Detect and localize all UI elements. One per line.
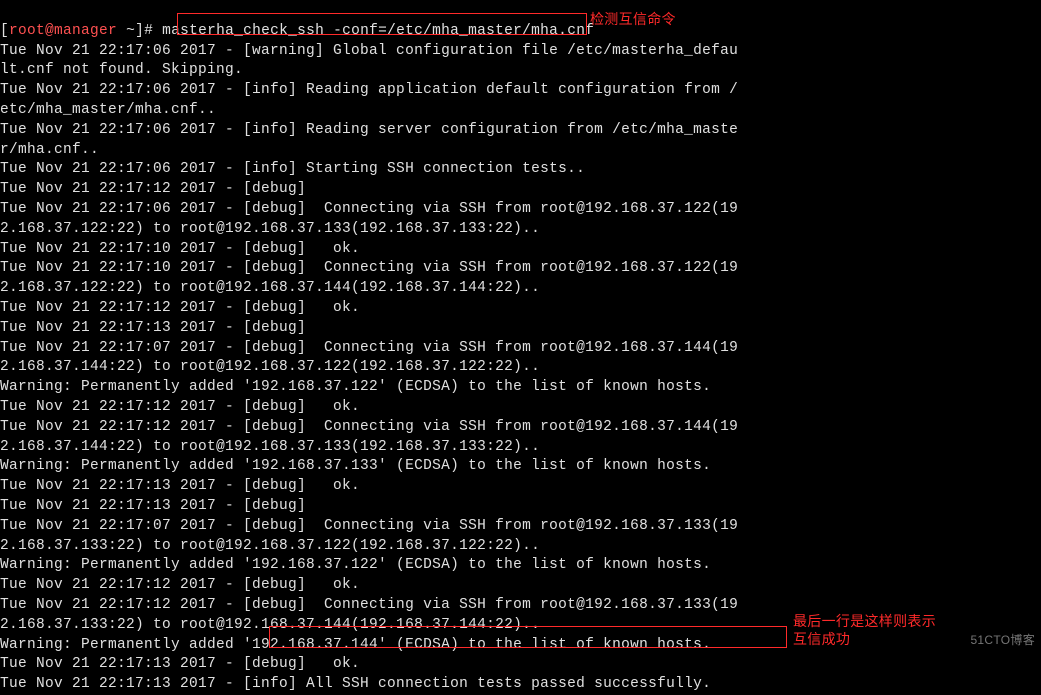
output-line: Tue Nov 21 22:17:13 2017 - [info] All SS… <box>0 676 711 692</box>
output-line: Warning: Permanently added '192.168.37.1… <box>0 557 711 573</box>
output-line: etc/mha_master/mha.cnf.. <box>0 102 216 118</box>
output-line: Tue Nov 21 22:17:12 2017 - [debug] ok. <box>0 300 360 316</box>
output-line: Tue Nov 21 22:17:06 2017 - [info] Starti… <box>0 161 585 177</box>
output-line: Tue Nov 21 22:17:13 2017 - [debug] <box>0 320 315 336</box>
output-line: Tue Nov 21 22:17:06 2017 - [info] Readin… <box>0 122 738 138</box>
command-line: masterha_check_ssh -conf=/etc/mha_master… <box>162 23 594 39</box>
output-line: Tue Nov 21 22:17:06 2017 - [debug] Conne… <box>0 201 738 217</box>
output-line: 2.168.37.144:22) to root@192.168.37.122(… <box>0 359 540 375</box>
prompt-user-host: root@manager <box>9 23 117 39</box>
output-line: Tue Nov 21 22:17:06 2017 - [warning] Glo… <box>0 43 738 59</box>
output-line: 2.168.37.122:22) to root@192.168.37.144(… <box>0 280 540 296</box>
output-line: Tue Nov 21 22:17:10 2017 - [debug] Conne… <box>0 260 738 276</box>
output-line: 2.168.37.133:22) to root@192.168.37.144(… <box>0 617 540 633</box>
prompt-cwd-wrap: ~]# <box>117 23 162 39</box>
output-line: 2.168.37.133:22) to root@192.168.37.122(… <box>0 538 540 554</box>
output-line: Tue Nov 21 22:17:13 2017 - [debug] <box>0 498 315 514</box>
output-line: 2.168.37.122:22) to root@192.168.37.133(… <box>0 221 540 237</box>
output-line: Tue Nov 21 22:17:13 2017 - [debug] ok. <box>0 656 360 672</box>
output-line: Tue Nov 21 22:17:07 2017 - [debug] Conne… <box>0 518 738 534</box>
terminal-output[interactable]: [root@manager ~]# masterha_check_ssh -co… <box>0 0 1041 695</box>
output-line: lt.cnf not found. Skipping. <box>0 62 243 78</box>
output-line: Tue Nov 21 22:17:12 2017 - [debug] <box>0 181 315 197</box>
output-line: Tue Nov 21 22:17:06 2017 - [info] Readin… <box>0 82 738 98</box>
output-line: Warning: Permanently added '192.168.37.1… <box>0 379 711 395</box>
output-line: Tue Nov 21 22:17:12 2017 - [debug] ok. <box>0 399 360 415</box>
output-line: Tue Nov 21 22:17:12 2017 - [debug] Conne… <box>0 597 738 613</box>
output-line: Tue Nov 21 22:17:10 2017 - [debug] ok. <box>0 241 360 257</box>
output-line: Warning: Permanently added '192.168.37.1… <box>0 637 711 653</box>
prompt-open-bracket: [ <box>0 23 9 39</box>
output-line: Tue Nov 21 22:17:12 2017 - [debug] ok. <box>0 577 360 593</box>
output-line: r/mha.cnf.. <box>0 142 99 158</box>
annotation-top: 检测互信命令 <box>590 11 676 31</box>
output-line: Tue Nov 21 22:17:07 2017 - [debug] Conne… <box>0 340 738 356</box>
output-line: Warning: Permanently added '192.168.37.1… <box>0 458 711 474</box>
watermark: 51CTO博客 <box>970 631 1035 651</box>
output-line: Tue Nov 21 22:17:13 2017 - [debug] ok. <box>0 478 360 494</box>
output-line: 2.168.37.144:22) to root@192.168.37.133(… <box>0 439 540 455</box>
output-line: Tue Nov 21 22:17:12 2017 - [debug] Conne… <box>0 419 738 435</box>
top-truncated-line <box>0 3 9 19</box>
annotation-bottom: 最后一行是这样则表示互信成功 <box>793 614 936 650</box>
